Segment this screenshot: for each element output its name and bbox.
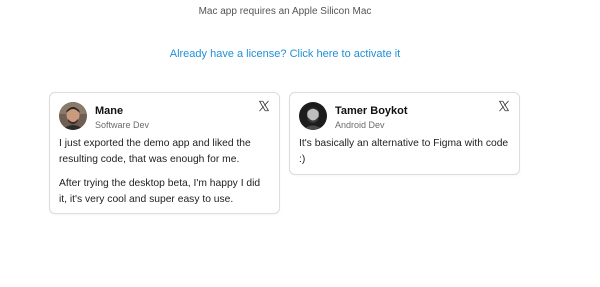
testimonial-text: I just exported the demo app and liked t…	[59, 136, 270, 216]
avatar	[59, 102, 87, 130]
activate-license-link[interactable]: Already have a license? Click here to ac…	[0, 48, 570, 60]
author-name: Tamer Boykot	[335, 105, 408, 117]
testimonial-text: It's basically an alternative to Figma w…	[299, 136, 510, 176]
testimonial-paragraph: It's basically an alternative to Figma w…	[299, 138, 509, 165]
x-logo-icon[interactable]	[498, 100, 510, 112]
author-role: Android Dev	[335, 120, 385, 130]
avatar	[299, 102, 327, 130]
x-logo-icon[interactable]	[258, 100, 270, 112]
testimonial-paragraph: I just exported the demo app and liked t…	[59, 138, 251, 165]
testimonial-card: Tamer Boykot Android Dev It's basically …	[289, 92, 520, 175]
testimonial-paragraph: After trying the desktop beta, I'm happy…	[59, 178, 261, 205]
author-role: Software Dev	[95, 120, 150, 130]
platform-requirement-note: Mac app requires an Apple Silicon Mac	[198, 6, 372, 17]
testimonial-card: Mane Software Dev I just exported the de…	[49, 92, 280, 214]
author-name: Mane	[95, 105, 124, 117]
